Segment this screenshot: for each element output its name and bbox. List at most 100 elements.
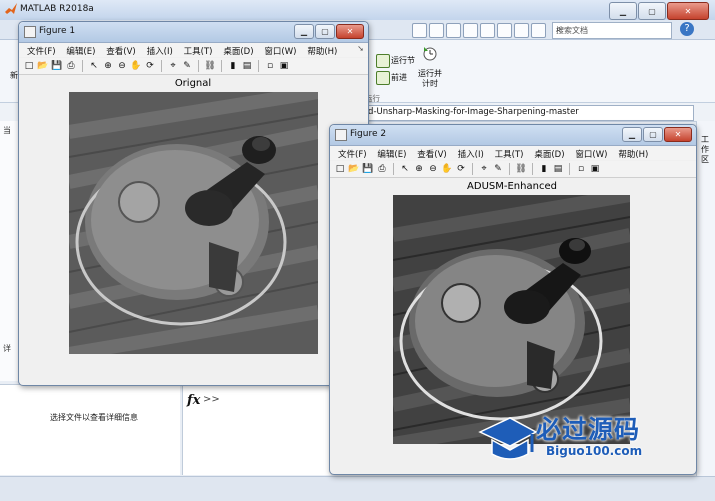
data-cursor-icon[interactable]: ⌖ [167, 60, 179, 72]
community-icon[interactable]: ? [680, 22, 694, 36]
plot-tools-show-icon[interactable]: ▣ [589, 163, 601, 175]
colorbar-icon[interactable]: ▮ [227, 60, 239, 72]
print-icon[interactable]: ⎙ [65, 60, 77, 72]
dock-icon[interactable]: ➘ [357, 44, 364, 53]
menu-desktop[interactable]: 桌面(D) [534, 148, 564, 160]
new-figure-icon[interactable]: □ [334, 163, 346, 175]
menu-edit[interactable]: 编辑(E) [66, 45, 95, 57]
brush-icon[interactable]: ✎ [492, 163, 504, 175]
copy-icon[interactable] [446, 23, 461, 38]
new-figure-icon[interactable]: □ [23, 60, 35, 72]
documentation-search-input[interactable]: 搜索文档 ⌕ [552, 22, 672, 39]
figure1-title-bar[interactable]: Figure 1 ▁ ▢ ✕ [19, 22, 368, 43]
minimize-button[interactable]: ▁ [294, 24, 314, 39]
zoom-in-icon[interactable]: ⊕ [413, 163, 425, 175]
menu-help[interactable]: 帮助(H) [307, 45, 337, 57]
menu-desktop[interactable]: 桌面(D) [223, 45, 253, 57]
redo-icon[interactable] [497, 23, 512, 38]
figure2-title: Figure 2 [350, 129, 387, 139]
pointer-icon[interactable]: ↖ [88, 60, 100, 72]
legend-icon[interactable]: ▤ [552, 163, 564, 175]
advance-icon[interactable] [376, 71, 390, 85]
figure-icon [24, 26, 36, 38]
zoom-out-icon[interactable]: ⊖ [427, 163, 439, 175]
menu-help[interactable]: 帮助(H) [618, 148, 648, 160]
plot-tools-hide-icon[interactable]: ▫ [575, 163, 587, 175]
switch-windows-icon[interactable] [514, 23, 529, 38]
close-button[interactable]: ✕ [667, 2, 709, 20]
pan-icon[interactable]: ✋ [441, 163, 453, 175]
menu-file[interactable]: 文件(F) [27, 45, 56, 57]
chevron-down-icon[interactable]: ▼ [334, 107, 691, 116]
save-icon[interactable] [412, 23, 427, 38]
close-button[interactable]: ✕ [336, 24, 364, 39]
minimize-button[interactable]: ▁ [609, 2, 637, 20]
menu-edit[interactable]: 编辑(E) [377, 148, 406, 160]
link-icon[interactable]: ⛓ [515, 163, 527, 175]
data-cursor-icon[interactable]: ⌖ [478, 163, 490, 175]
menu-tools[interactable]: 工具(T) [495, 148, 524, 160]
legend-icon[interactable]: ▤ [241, 60, 253, 72]
maximize-button[interactable]: ▢ [643, 127, 663, 142]
toolbar-separator [198, 60, 199, 72]
menu-insert[interactable]: 插入(I) [147, 45, 173, 57]
search-icon: ⌕ [556, 24, 562, 35]
workspace-tab-label[interactable]: 工作区 [701, 135, 711, 165]
help-icon[interactable] [531, 23, 546, 38]
menu-file[interactable]: 文件(F) [338, 148, 367, 160]
save-icon[interactable]: 💾 [362, 163, 374, 175]
function-browser-icon[interactable]: fx [187, 393, 200, 408]
colorbar-icon[interactable]: ▮ [538, 163, 550, 175]
command-window[interactable]: fx >> [182, 384, 331, 475]
menu-view[interactable]: 查看(V) [417, 148, 446, 160]
toolbar-separator [532, 163, 533, 175]
figure2-toolbar: □ 📂 💾 ⎙ ↖ ⊕ ⊖ ✋ ⟳ ⌖ ✎ ⛓ ▮ ▤ ▫ ▣ [330, 161, 696, 178]
figure2-menu-bar: 文件(F) 编辑(E) 查看(V) 插入(I) 工具(T) 桌面(D) 窗口(W… [330, 146, 696, 160]
ribbon-label-new[interactable]: 新 [10, 70, 18, 81]
brush-icon[interactable]: ✎ [181, 60, 193, 72]
pan-icon[interactable]: ✋ [130, 60, 142, 72]
watermark-url-text: Biguo100.com [546, 444, 643, 458]
minimize-button[interactable]: ▁ [622, 127, 642, 142]
menu-view[interactable]: 查看(V) [106, 45, 135, 57]
toolbar-separator [472, 163, 473, 175]
save-icon[interactable]: 💾 [51, 60, 63, 72]
maximize-button[interactable]: ▢ [315, 24, 335, 39]
run-section-icon[interactable] [376, 54, 390, 68]
toolbar-separator [393, 163, 394, 175]
paste-icon[interactable] [463, 23, 478, 38]
menu-tools[interactable]: 工具(T) [184, 45, 213, 57]
figure2-title-bar[interactable]: Figure 2 ▁ ▢ ✕ [330, 125, 696, 146]
link-icon[interactable]: ⛓ [204, 60, 216, 72]
print-icon[interactable]: ⎙ [376, 163, 388, 175]
figure1-title: Figure 1 [39, 26, 76, 36]
plot-tools-hide-icon[interactable]: ▫ [264, 60, 276, 72]
workspace-sidebar[interactable]: 工作区 [696, 121, 715, 476]
graduation-cap-icon [478, 417, 538, 460]
watermark: 必过源码 Biguo100.com [478, 408, 698, 470]
cut-icon[interactable] [429, 23, 444, 38]
open-icon[interactable]: 📂 [37, 60, 49, 72]
menu-window[interactable]: 窗口(W) [575, 148, 607, 160]
zoom-out-icon[interactable]: ⊖ [116, 60, 128, 72]
maximize-button[interactable]: ▢ [638, 2, 666, 20]
run-section-button[interactable]: 运行节 [391, 55, 415, 66]
plot-tools-show-icon[interactable]: ▣ [278, 60, 290, 72]
figure1-window[interactable]: Figure 1 ▁ ▢ ✕ 文件(F) 编辑(E) 查看(V) 插入(I) 工… [18, 21, 369, 386]
undo-icon[interactable] [480, 23, 495, 38]
rotate-icon[interactable]: ⟳ [144, 60, 156, 72]
toolbar-separator [221, 60, 222, 72]
close-button[interactable]: ✕ [664, 127, 692, 142]
open-icon[interactable]: 📂 [348, 163, 360, 175]
run-and-time-button[interactable]: 运行并计时 [418, 69, 442, 89]
menu-insert[interactable]: 插入(I) [458, 148, 484, 160]
zoom-in-icon[interactable]: ⊕ [102, 60, 114, 72]
pointer-icon[interactable]: ↖ [399, 163, 411, 175]
menu-window[interactable]: 窗口(W) [264, 45, 296, 57]
run-and-time-icon[interactable] [422, 45, 438, 61]
figure-icon [335, 129, 347, 141]
rotate-icon[interactable]: ⟳ [455, 163, 467, 175]
advance-button[interactable]: 前进 [391, 72, 407, 83]
current-folder-path[interactable]: on-Based-Unsharp-Masking-for-Image-Sharp… [330, 105, 694, 121]
toolbar-separator [258, 60, 259, 72]
